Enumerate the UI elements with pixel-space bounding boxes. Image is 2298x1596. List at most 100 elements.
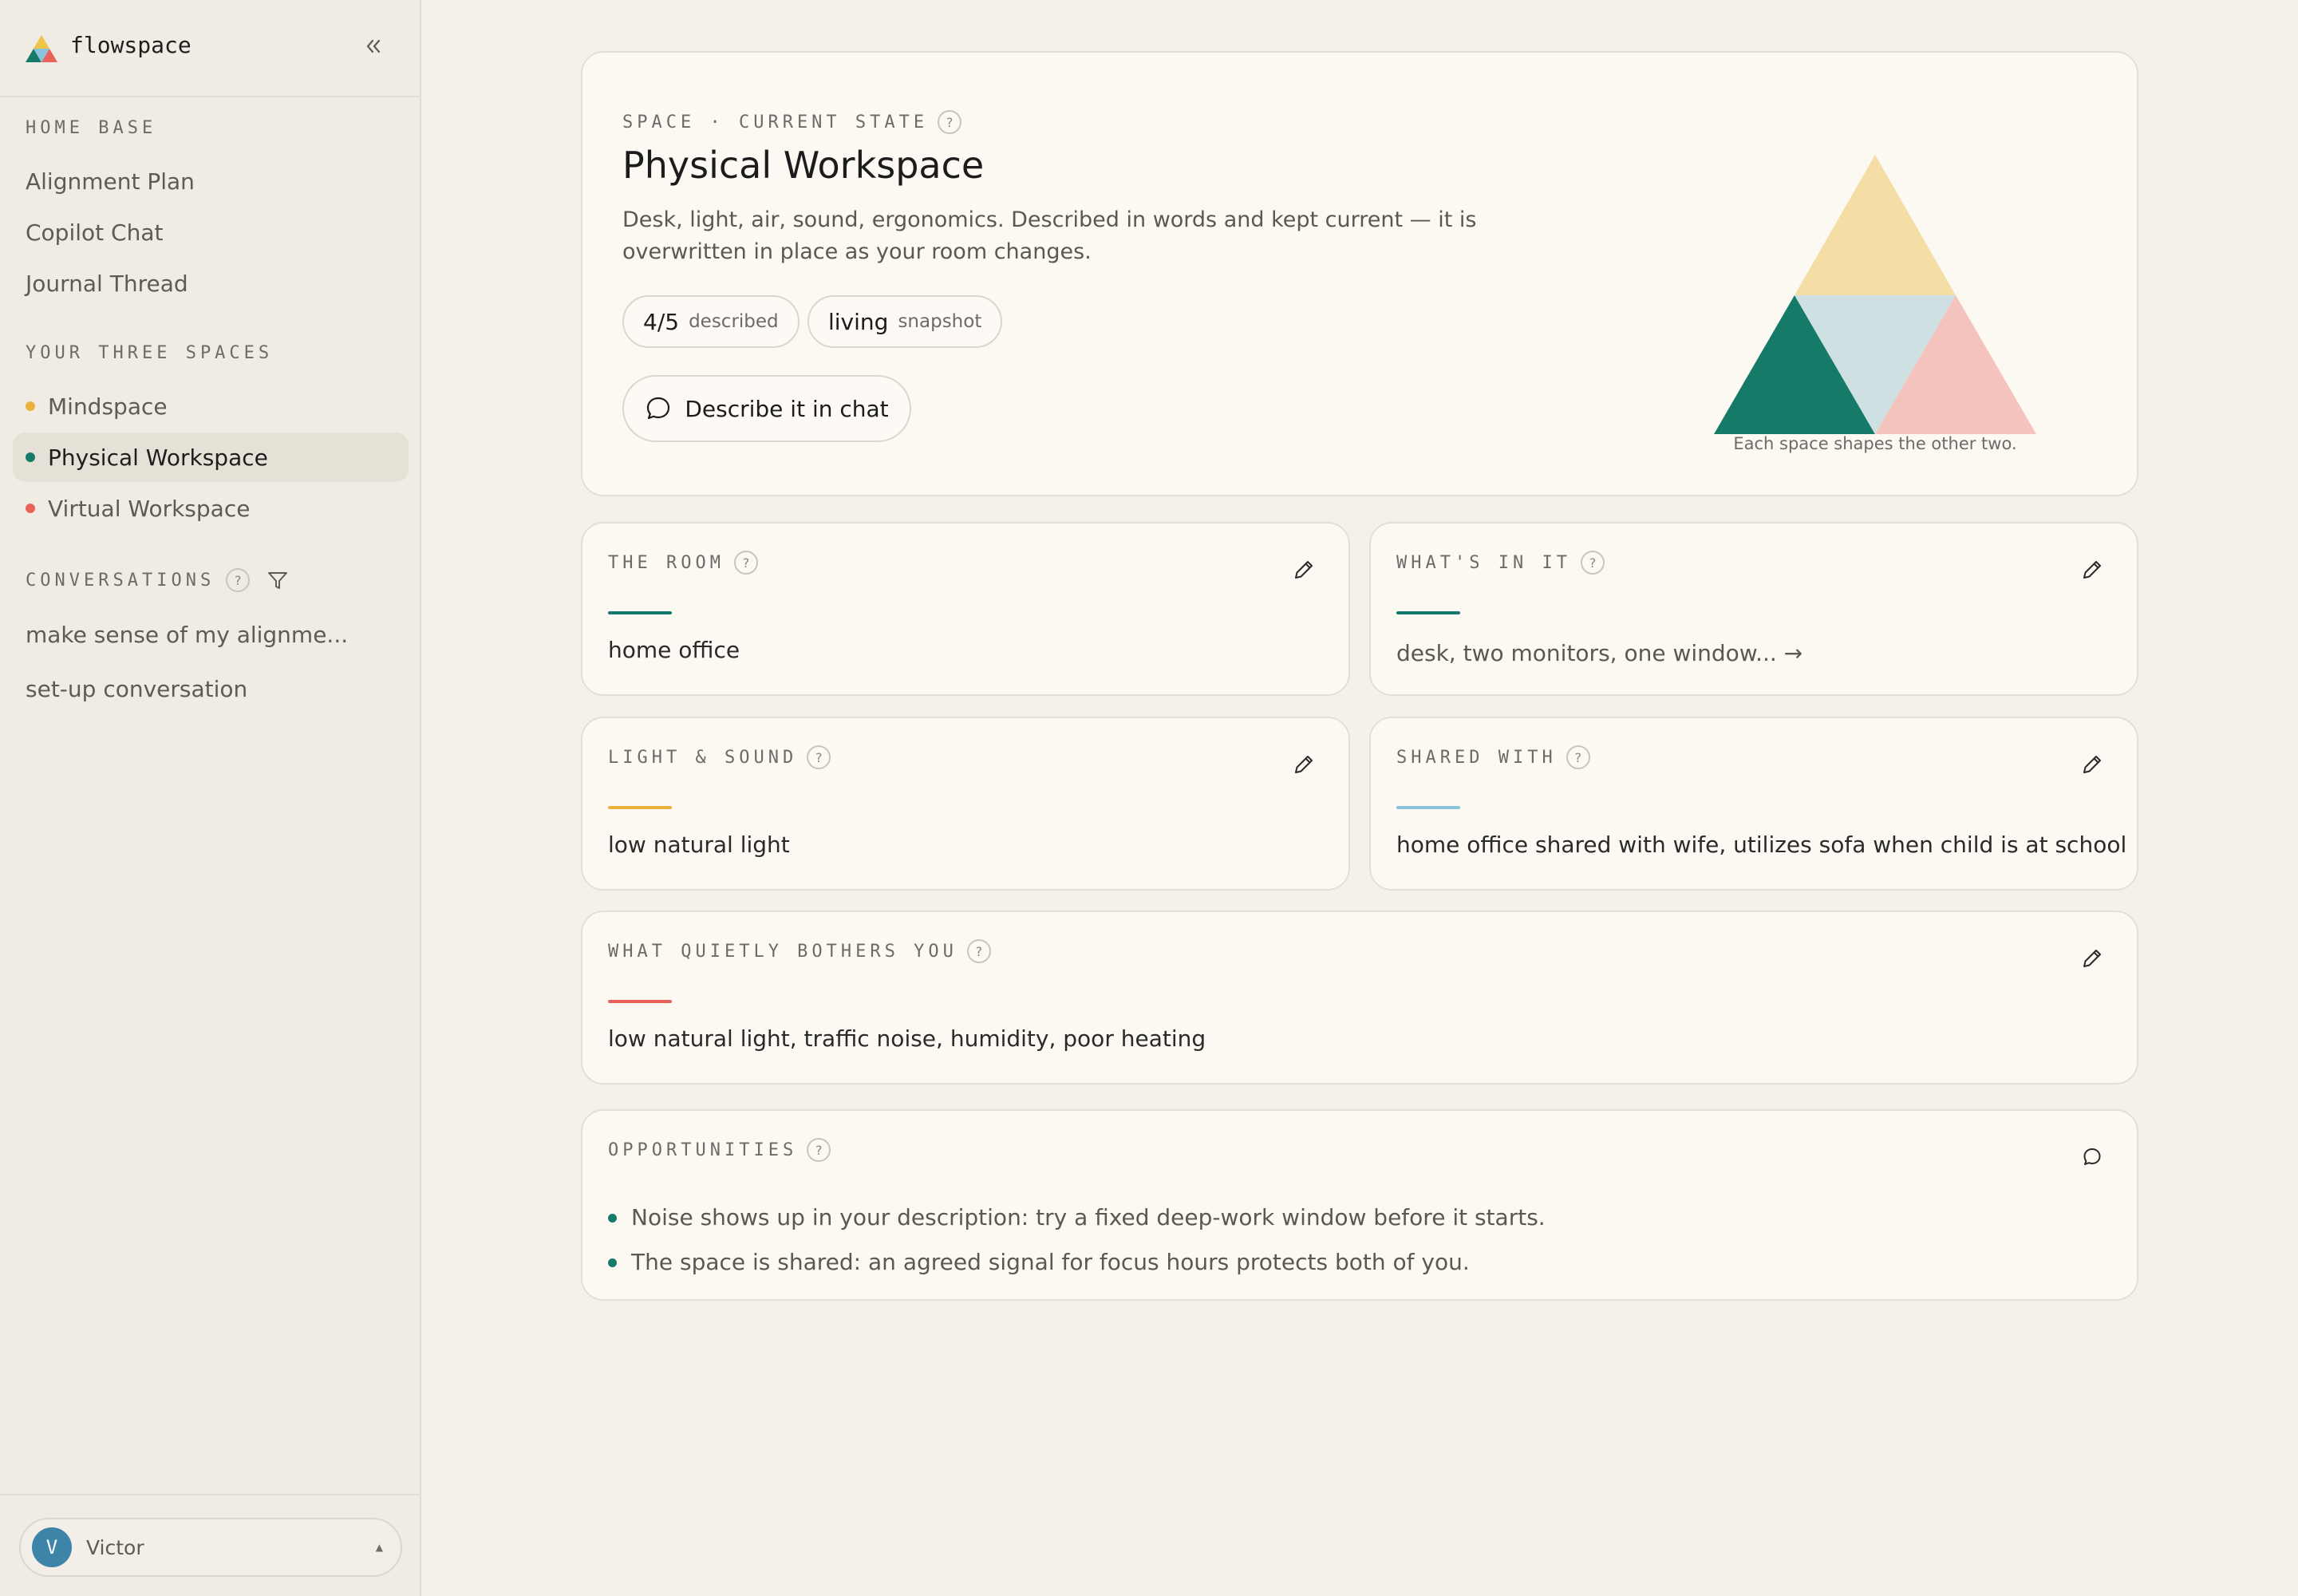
field-card-contents: WHAT'S IN IT ? desk, two monitors, one w… <box>1369 522 2138 696</box>
field-title-label: THE ROOM <box>608 552 725 573</box>
sidebar-item-copilot-chat[interactable]: Copilot Chat <box>13 207 409 257</box>
field-value: home office shared with wife, utilizes s… <box>1396 832 2127 858</box>
pencil-icon[interactable] <box>2078 750 2106 779</box>
sidebar-item-label: Physical Workspace <box>48 444 268 471</box>
brand-name: flowspace <box>70 32 192 58</box>
opportunity-text: The space is shared: an agreed signal fo… <box>631 1249 1470 1275</box>
space-color-dot <box>26 504 35 513</box>
sidebar-item-physical-workspace[interactable]: Physical Workspace <box>13 433 409 482</box>
help-icon[interactable]: ? <box>938 110 962 134</box>
eyebrow-label: SPACE · CURRENT STATE <box>622 112 929 132</box>
field-accent-line <box>1396 806 1460 809</box>
page-title: Physical Workspace <box>622 144 985 187</box>
pencil-icon[interactable] <box>1289 555 1318 584</box>
space-overview-card: SPACE · CURRENT STATE ? Physical Workspa… <box>581 51 2138 496</box>
space-eyebrow: SPACE · CURRENT STATE ? <box>622 110 962 134</box>
sidebar: flowspace HOME BASE Alignment Plan Copil… <box>0 0 421 1596</box>
help-icon[interactable]: ? <box>733 551 758 575</box>
field-card-shared-with: SHARED WITH ? home office shared with wi… <box>1369 717 2138 891</box>
field-value: low natural light, traffic noise, humidi… <box>608 1025 1206 1052</box>
help-icon[interactable]: ? <box>966 939 991 963</box>
described-label: described <box>689 311 779 332</box>
describe-in-chat-label: Describe it in chat <box>685 395 889 422</box>
collapse-sidebar-button[interactable] <box>359 32 388 61</box>
conversation-item[interactable]: set-up conversation <box>13 664 409 713</box>
chevrons-left-icon <box>366 39 381 53</box>
field-card-bothers: WHAT QUIETLY BOTHERS YOU ? low natural l… <box>581 911 2138 1084</box>
opportunity-text: Noise shows up in your description: try … <box>631 1204 1546 1231</box>
pencil-icon[interactable] <box>2078 555 2106 584</box>
bullet-dot <box>608 1258 617 1267</box>
field-title: OPPORTUNITIES ? <box>608 1138 831 1162</box>
space-color-dot <box>26 401 35 411</box>
opportunities-list: Noise shows up in your description: try … <box>608 1195 1546 1285</box>
help-icon[interactable]: ? <box>807 1138 831 1162</box>
pencil-icon[interactable] <box>1289 750 1318 779</box>
help-icon[interactable]: ? <box>226 568 251 592</box>
field-accent-line <box>608 806 672 809</box>
conversations-heading: CONVERSATIONS <box>26 570 215 591</box>
conversations-header: CONVERSATIONS ? <box>26 568 290 592</box>
field-title: WHAT QUIETLY BOTHERS YOU ? <box>608 939 991 963</box>
describe-in-chat-button[interactable]: Describe it in chat <box>622 375 911 442</box>
sidebar-item-label: Journal Thread <box>26 270 188 297</box>
sidebar-item-virtual-workspace[interactable]: Virtual Workspace <box>13 484 409 533</box>
user-menu-button[interactable]: V Victor ▲ <box>19 1518 402 1577</box>
sidebar-item-alignment-plan[interactable]: Alignment Plan <box>13 156 409 206</box>
field-value: low natural light <box>608 832 790 858</box>
field-title: LIGHT & SOUND ? <box>608 745 831 769</box>
home-base-heading: HOME BASE <box>26 118 157 138</box>
field-title-label: SHARED WITH <box>1396 747 1557 768</box>
list-item: The space is shared: an agreed signal fo… <box>608 1240 1546 1285</box>
help-icon[interactable]: ? <box>1566 745 1590 769</box>
avatar: V <box>32 1527 72 1567</box>
conversation-label: set-up conversation <box>26 675 248 702</box>
triangle-caption: Each space shapes the other two. <box>1733 434 2017 453</box>
caret-up-icon: ▲ <box>375 1542 383 1553</box>
snapshot-badge: living snapshot <box>807 295 1003 348</box>
snapshot-label: snapshot <box>898 311 982 332</box>
field-value: home office <box>608 637 740 663</box>
spaces-heading: YOUR THREE SPACES <box>26 343 274 363</box>
sidebar-item-label: Mindspace <box>48 393 168 420</box>
space-description: Desk, light, air, sound, ergonomics. Des… <box>622 207 1477 264</box>
snapshot-state: living <box>828 308 889 335</box>
field-card-room: THE ROOM ? home office <box>581 522 1350 696</box>
space-color-dot <box>26 452 35 462</box>
brand-header: flowspace <box>0 0 420 97</box>
conversation-label: make sense of my alignme... <box>26 621 349 648</box>
chat-bubble-icon <box>647 397 670 420</box>
list-item: Noise shows up in your description: try … <box>608 1195 1546 1240</box>
described-count: 4/5 <box>643 308 680 335</box>
field-accent-line <box>608 1000 672 1003</box>
field-accent-line <box>1396 611 1460 614</box>
filter-icon[interactable] <box>266 568 290 592</box>
field-value-link[interactable]: desk, two monitors, one window... → <box>1396 640 1802 666</box>
opportunities-card: OPPORTUNITIES ? Noise shows up in your d… <box>581 1109 2138 1301</box>
chat-bubble-icon[interactable] <box>2078 1143 2106 1171</box>
field-title-label: WHAT QUIETLY BOTHERS YOU <box>608 941 958 962</box>
sidebar-item-journal-thread[interactable]: Journal Thread <box>13 259 409 308</box>
field-title: SHARED WITH ? <box>1396 745 1590 769</box>
three-spaces-triangle-icon <box>1714 155 2036 434</box>
sidebar-footer: V Victor ▲ <box>0 1494 421 1596</box>
described-count-badge: 4/5 described <box>622 295 800 348</box>
sidebar-item-label: Copilot Chat <box>26 219 164 246</box>
triangle-top-segment <box>1795 155 1956 295</box>
opportunities-heading: OPPORTUNITIES <box>608 1140 798 1160</box>
sidebar-item-label: Alignment Plan <box>26 168 195 195</box>
conversation-item[interactable]: make sense of my alignme... <box>13 610 409 659</box>
bullet-dot <box>608 1213 617 1223</box>
field-card-light-sound: LIGHT & SOUND ? low natural light <box>581 717 1350 891</box>
help-icon[interactable]: ? <box>1580 551 1605 575</box>
sidebar-item-label: Virtual Workspace <box>48 495 251 522</box>
sidebar-item-mindspace[interactable]: Mindspace <box>13 381 409 431</box>
user-name: Victor <box>86 1535 144 1559</box>
help-icon[interactable]: ? <box>807 745 831 769</box>
field-title: WHAT'S IN IT ? <box>1396 551 1605 575</box>
flowspace-logo-icon <box>26 35 57 62</box>
field-title-label: LIGHT & SOUND <box>608 747 798 768</box>
pencil-icon[interactable] <box>2078 944 2106 973</box>
field-title: THE ROOM ? <box>608 551 758 575</box>
field-accent-line <box>608 611 672 614</box>
